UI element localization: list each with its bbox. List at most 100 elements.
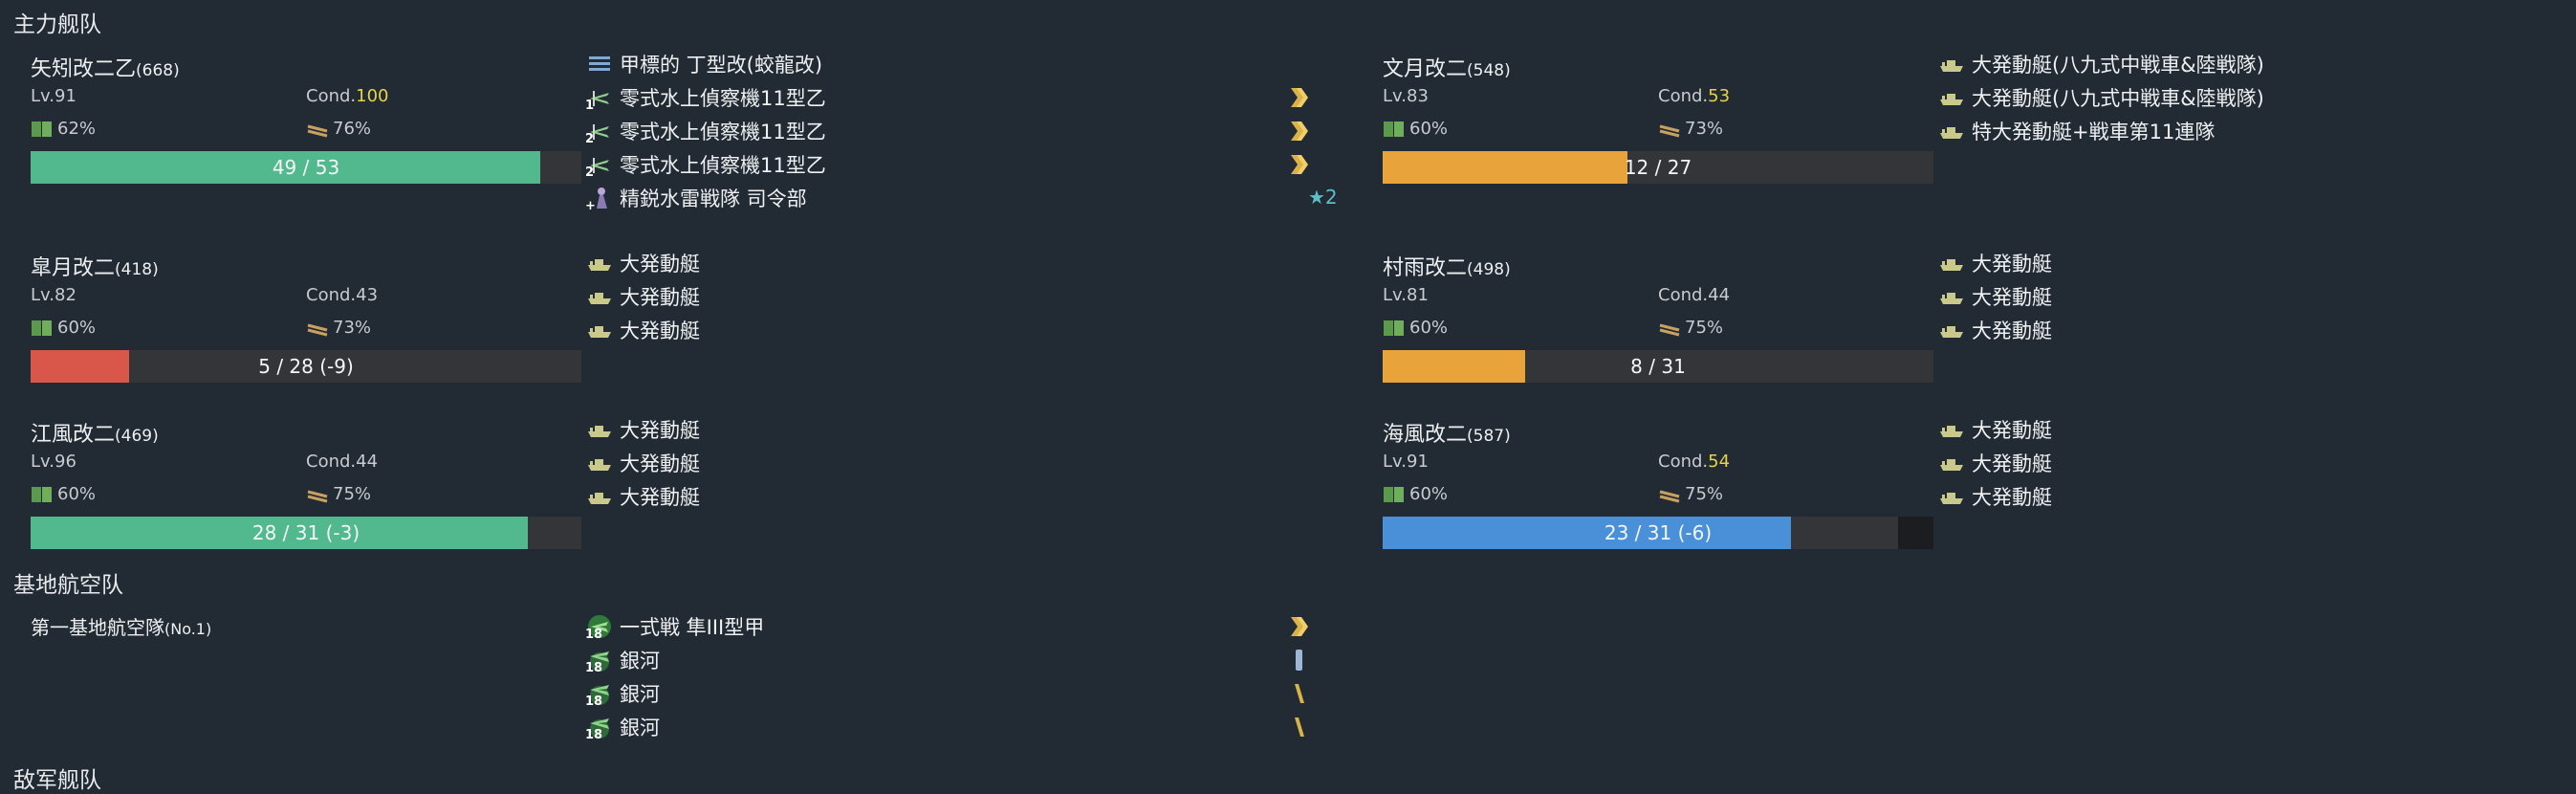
ship-level: Lv.81: [1383, 285, 1429, 305]
hp-bar-text: 28 / 31 (-3): [251, 521, 360, 544]
hp-bar: 28 / 31 (-3): [31, 517, 581, 549]
equipment-slot[interactable]: 大発動艇: [1939, 249, 2576, 277]
ship-fuel: 60%: [31, 484, 96, 504]
hp-bar-text: 8 / 31: [1630, 355, 1686, 378]
equipment-slot[interactable]: 大発動艇: [1939, 449, 2576, 477]
equipment-slot[interactable]: 大発動艇: [587, 415, 1352, 444]
squadron-slot[interactable]: 18 銀河: [585, 646, 1352, 675]
slot-count: 1: [585, 99, 595, 113]
proficiency-icon: [1289, 715, 1308, 739]
fuel-icon: [32, 121, 52, 137]
landing-craft-icon: [587, 417, 612, 442]
ship-condition: Cond.44: [1658, 285, 1731, 305]
landing-craft-icon: [1939, 318, 1964, 342]
ship-level: Lv.83: [1383, 86, 1429, 106]
equipment-slot[interactable]: 特大発動艇+戦車第11連隊: [1939, 117, 2576, 145]
ship-ammo: 73%: [306, 318, 371, 338]
equipment-name: 零式水上偵察機11型乙: [620, 87, 826, 110]
squadron-slot[interactable]: 18 銀河: [585, 679, 1352, 709]
equipment-slot[interactable]: 甲標的 丁型改(蛟龍改): [587, 50, 1352, 78]
crew-icon: +: [585, 186, 612, 213]
equipment-slot[interactable]: 大発動艇: [587, 282, 1352, 311]
ship-condition: Cond.44: [306, 452, 379, 472]
equipment-slot[interactable]: 大発動艇: [587, 249, 1352, 277]
equipment-slot[interactable]: 大発動艇: [1939, 282, 2576, 311]
bomber-icon: 18: [585, 648, 612, 675]
equipment-slot[interactable]: 1 零式水上偵察機11型乙: [585, 83, 1352, 113]
landing-craft-icon: [1939, 251, 1964, 276]
equipment-slot[interactable]: 大発動艇: [1939, 482, 2576, 511]
ship-level: Lv.96: [31, 452, 76, 472]
fighter-icon: 18: [585, 614, 612, 642]
equipment-slot[interactable]: + 精鋭水雷戦隊 司令部: [585, 184, 1352, 213]
landing-craft-icon: [1939, 484, 1964, 509]
equipment-name: 大発動艇: [620, 286, 700, 309]
proficiency-chevron-icon: [1289, 152, 1308, 177]
equipment-slot[interactable]: 2 零式水上偵察機11型乙: [585, 117, 1352, 146]
ship-fuel: 60%: [1383, 119, 1448, 139]
equipment-slot[interactable]: 大発動艇: [587, 316, 1352, 344]
proficiency-chevron-icon: [1289, 85, 1308, 110]
landing-craft-icon: [1939, 85, 1964, 110]
equipment-name: 大発動艇: [1972, 320, 2052, 342]
fuel-icon: [1384, 486, 1404, 502]
ship-condition: Cond.53: [1658, 86, 1731, 106]
ship-card[interactable]: 矢矧改二乙(668) Lv.91 Cond.100 62% 76% 49 / 5…: [31, 52, 581, 233]
proficiency-chevron-icon: [1289, 119, 1308, 143]
hp-bar: 5 / 28 (-9): [31, 350, 581, 383]
radar-icon: [587, 52, 612, 77]
land-base-name[interactable]: 第一基地航空隊(No.1): [31, 612, 211, 640]
equipment-slot[interactable]: 大発動艇(八九式中戦車&陸戦隊): [1939, 50, 2576, 78]
ship-condition: Cond.100: [306, 86, 389, 106]
slot-count: 2: [585, 132, 595, 146]
enemy-fleet-heading: 敌军舰队: [13, 768, 101, 793]
landing-craft-icon: [587, 284, 612, 309]
ship-name: 江風改二(469): [31, 423, 159, 447]
ship-ammo: 73%: [1658, 119, 1723, 139]
landing-craft-icon: [1939, 451, 1964, 475]
bomber-icon: 18: [585, 681, 612, 709]
improvement-star: ★2: [1308, 186, 1338, 209]
ship-level: Lv.91: [31, 86, 76, 106]
proficiency-icon: [1289, 681, 1308, 706]
ammo-icon: [307, 323, 328, 336]
ship-name: 村雨改二(498): [1383, 256, 1511, 280]
equipment-slot[interactable]: 大発動艇: [1939, 415, 2576, 444]
equipment-name: 大発動艇: [1972, 486, 2052, 509]
ship-card[interactable]: 皐月改二(418) Lv.82 Cond.43 60% 73% 5 / 28 (…: [31, 251, 581, 432]
landing-craft-icon: [1939, 119, 1964, 143]
ship-level: Lv.91: [1383, 452, 1429, 472]
landing-craft-icon: [1939, 284, 1964, 309]
ship-card[interactable]: 文月改二(548) Lv.83 Cond.53 60% 73% 12 / 27: [1383, 52, 1933, 233]
equipment-name: 大発動艇(八九式中戦車&陸戦隊): [1972, 87, 2264, 110]
ship-card[interactable]: 江風改二(469) Lv.96 Cond.44 60% 75% 28 / 31 …: [31, 417, 581, 599]
equipment-name: 大発動艇: [620, 320, 700, 342]
hp-bar-text: 12 / 27: [1624, 156, 1692, 179]
equipment-slot[interactable]: 大発動艇: [587, 449, 1352, 477]
landing-craft-icon: [587, 484, 612, 509]
ship-ammo: 75%: [1658, 484, 1723, 504]
ship-card[interactable]: 村雨改二(498) Lv.81 Cond.44 60% 75% 8 / 31: [1383, 251, 1933, 432]
equipment-name: 大発動艇: [620, 419, 700, 442]
ship-fuel: 60%: [1383, 318, 1448, 338]
equipment-slot[interactable]: 大発動艇: [1939, 316, 2576, 344]
equipment-slot[interactable]: 大発動艇: [587, 482, 1352, 511]
ammo-icon: [1659, 323, 1680, 336]
squadron-name: 銀河: [620, 717, 660, 739]
squadron-name: 銀河: [620, 650, 660, 673]
equipment-name: 甲標的 丁型改(蛟龍改): [620, 54, 823, 77]
seaplane-icon: 1: [585, 85, 612, 113]
bomber-icon: 18: [585, 715, 612, 742]
squadron-slot[interactable]: 18 銀河: [585, 713, 1352, 742]
squadron-count: 18: [585, 628, 603, 642]
equipment-slot[interactable]: 大発動艇(八九式中戦車&陸戦隊): [1939, 83, 2576, 112]
ship-condition: Cond.43: [306, 285, 379, 305]
landing-craft-icon: [1939, 52, 1964, 77]
hp-bar-text: 5 / 28 (-9): [258, 355, 354, 378]
slot-count: 2: [585, 165, 595, 180]
equipment-slot[interactable]: 2 零式水上偵察機11型乙: [585, 150, 1352, 180]
ship-fuel: 60%: [1383, 484, 1448, 504]
squadron-slot[interactable]: 18 一式戦 隼III型甲: [585, 612, 1352, 642]
ship-card[interactable]: 海風改二(587) Lv.91 Cond.54 60% 75% 23 / 31 …: [1383, 417, 1933, 599]
ship-name: 皐月改二(418): [31, 256, 159, 280]
